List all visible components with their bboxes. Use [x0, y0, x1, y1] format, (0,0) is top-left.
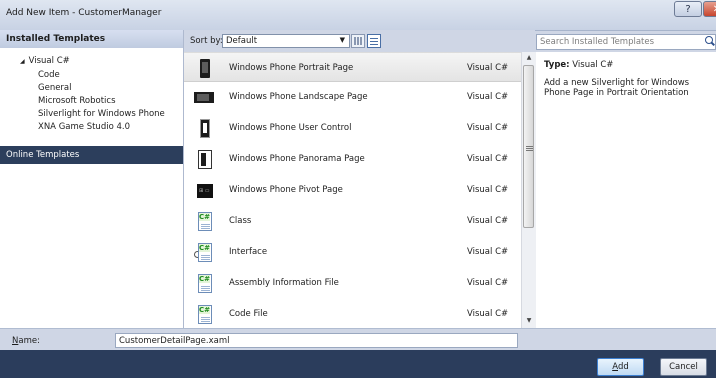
tree-node-visual-csharp[interactable]: ◢ Visual C#	[20, 56, 70, 66]
name-field[interactable]: CustomerDetailPage.xaml	[115, 333, 518, 348]
csharp-code-file-icon	[194, 305, 216, 325]
template-language: Visual C#	[467, 123, 509, 133]
template-row[interactable]: Class Visual C#	[184, 206, 521, 236]
sort-dropdown[interactable]: Default ▼	[222, 34, 350, 48]
template-language: Visual C#	[467, 185, 509, 195]
help-button[interactable]: ?	[674, 1, 702, 17]
grid-view-button[interactable]	[351, 34, 365, 48]
tree-node-label: Visual C#	[28, 56, 70, 66]
name-bar: Name: CustomerDetailPage.xaml	[0, 328, 716, 351]
tree-item-silverlight-wp[interactable]: Silverlight for Windows Phone	[38, 109, 165, 119]
window-title: Add New Item - CustomerManager	[6, 8, 162, 18]
template-row[interactable]: Windows Phone Panorama Page Visual C#	[184, 144, 521, 174]
close-button[interactable]: ✕	[703, 1, 716, 17]
template-row[interactable]: Windows Phone User Control Visual C#	[184, 113, 521, 143]
scroll-down-icon[interactable]: ▼	[522, 315, 536, 327]
template-row[interactable]: Windows Phone Landscape Page Visual C#	[184, 82, 521, 112]
csharp-class-icon	[194, 212, 216, 232]
name-field-value: CustomerDetailPage.xaml	[119, 335, 230, 346]
template-name: Code File	[229, 309, 268, 319]
tree-item-xna[interactable]: XNA Game Studio 4.0	[38, 122, 130, 132]
template-name: Assembly Information File	[229, 278, 339, 288]
template-name: Windows Phone Portrait Page	[229, 63, 354, 73]
dialog-button-bar: Add Cancel	[0, 350, 716, 378]
search-input[interactable]: Search Installed Templates	[536, 34, 716, 50]
online-templates-item[interactable]: Online Templates	[0, 146, 183, 164]
search-icon[interactable]	[705, 36, 713, 44]
csharp-file-icon	[194, 274, 216, 294]
template-row[interactable]: Interface Visual C#	[184, 237, 521, 267]
name-label-rest: ame:	[18, 336, 40, 346]
template-language: Visual C#	[467, 154, 509, 164]
installed-templates-header[interactable]: Installed Templates	[0, 30, 183, 48]
template-name: Windows Phone Pivot Page	[229, 185, 343, 195]
phone-panorama-icon	[194, 150, 216, 170]
tree-expander-icon[interactable]: ◢	[20, 58, 25, 65]
tree-item-code[interactable]: Code	[38, 70, 60, 80]
phone-user-control-icon	[194, 119, 216, 139]
template-details-pane: Type: Visual C# Add a new Silverlight fo…	[536, 52, 716, 328]
name-label: Name:	[12, 336, 40, 346]
template-name: Windows Phone Landscape Page	[229, 92, 368, 102]
help-icon: ?	[685, 3, 691, 15]
template-language: Visual C#	[467, 247, 509, 257]
sort-by-label: Sort by:	[190, 36, 223, 46]
template-name: Windows Phone Panorama Page	[229, 154, 365, 164]
sort-value: Default	[226, 36, 258, 46]
type-label: Type:	[544, 60, 570, 70]
template-description: Add a new Silverlight for Windows Phone …	[544, 78, 690, 98]
tree-item-general[interactable]: General	[38, 83, 72, 93]
chevron-down-icon: ▼	[339, 36, 345, 44]
template-name: Interface	[229, 247, 268, 257]
search-placeholder: Search Installed Templates	[540, 37, 655, 47]
csharp-interface-icon	[194, 243, 216, 263]
installed-templates-pane: Installed Templates ◢ Visual C# Code Gen…	[0, 30, 184, 328]
template-language: Visual C#	[467, 92, 509, 102]
phone-portrait-icon	[194, 59, 216, 79]
sort-bar: Sort by: Default ▼	[184, 30, 535, 52]
template-name: Windows Phone User Control	[229, 123, 352, 133]
template-type: Type: Visual C#	[544, 60, 613, 70]
title-bar: Add New Item - CustomerManager ? ✕	[0, 0, 716, 31]
cancel-button[interactable]: Cancel	[660, 358, 707, 376]
template-row[interactable]: Code File Visual C#	[184, 299, 521, 329]
scrollbar-thumb[interactable]	[523, 65, 534, 228]
scroll-up-icon[interactable]: ▲	[522, 52, 536, 64]
template-list: Windows Phone Portrait Page Visual C# Wi…	[184, 52, 521, 328]
list-view-button[interactable]	[367, 34, 381, 48]
template-name: Class	[229, 216, 252, 226]
template-row[interactable]: Assembly Information File Visual C#	[184, 268, 521, 298]
template-language: Visual C#	[467, 63, 509, 73]
phone-pivot-icon	[194, 181, 216, 201]
type-value: Visual C#	[572, 60, 614, 70]
template-language: Visual C#	[467, 309, 509, 319]
template-list-scrollbar[interactable]: ▲ ▼	[521, 52, 536, 328]
phone-landscape-icon	[194, 88, 216, 108]
scrollbar-grip-icon	[526, 146, 533, 151]
add-button[interactable]: Add	[597, 358, 644, 376]
template-language: Visual C#	[467, 216, 509, 226]
template-language: Visual C#	[467, 278, 509, 288]
template-row[interactable]: Windows Phone Portrait Page Visual C#	[184, 52, 521, 82]
tree-item-microsoft-robotics[interactable]: Microsoft Robotics	[38, 96, 116, 106]
add-label-rest: dd	[618, 362, 629, 372]
template-row[interactable]: Windows Phone Pivot Page Visual C#	[184, 175, 521, 205]
